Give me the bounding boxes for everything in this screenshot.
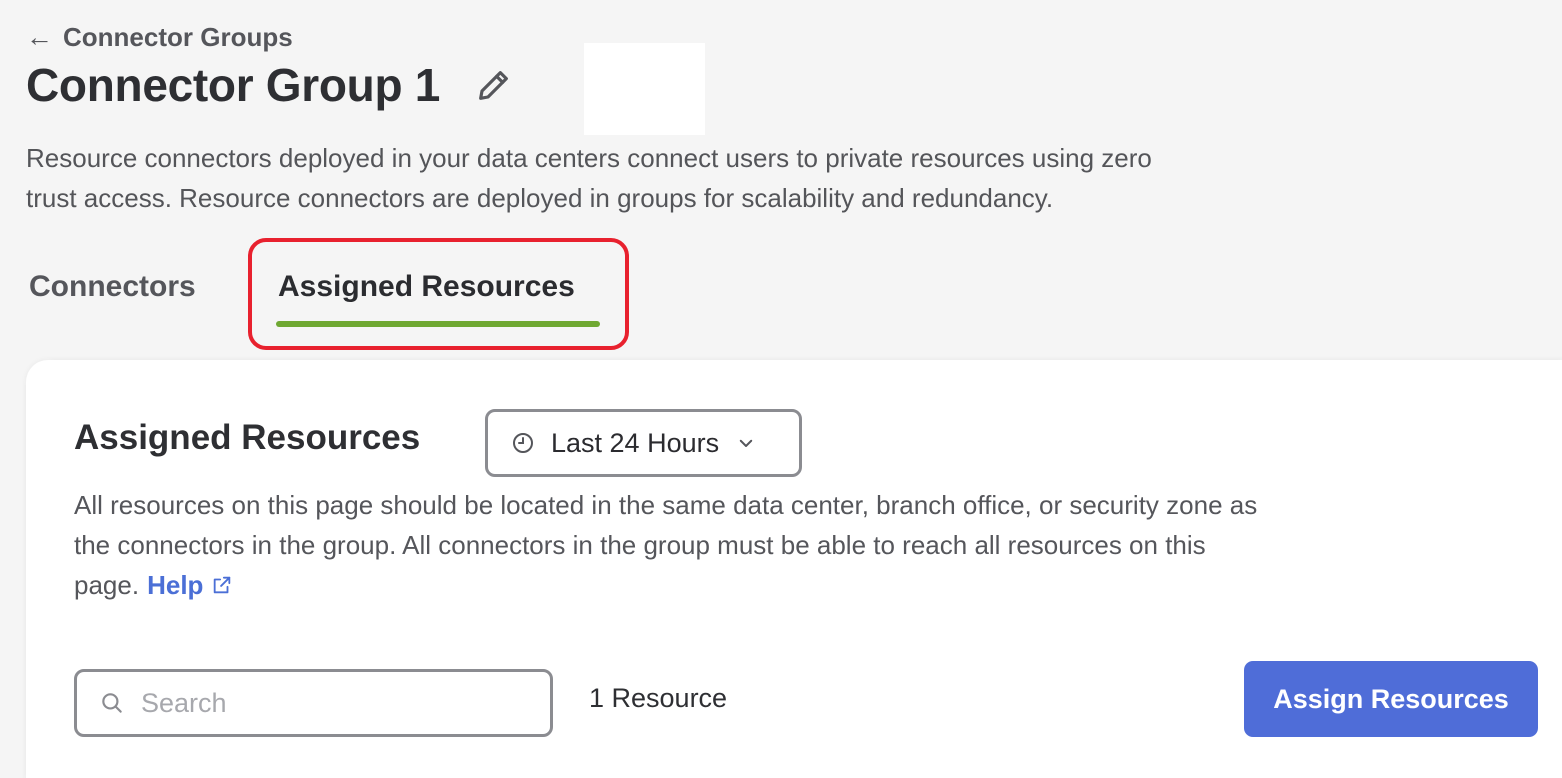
help-link-label: Help: [147, 570, 204, 600]
edit-title-button[interactable]: [472, 63, 516, 107]
page-description: Resource connectors deployed in your dat…: [26, 143, 1152, 213]
time-range-label: Last 24 Hours: [551, 427, 720, 458]
assigned-resources-card: Assigned Resources Last 24 Hours All res…: [26, 360, 1562, 778]
title-row: Connector Group 1: [26, 58, 516, 112]
page: ← Connector Groups Connector Group 1 Res…: [0, 0, 1562, 778]
help-link[interactable]: Help: [147, 565, 233, 605]
search-icon: [102, 693, 122, 713]
pencil-icon: [479, 71, 508, 100]
card-description-text: All resources on this page should be loc…: [74, 490, 1258, 600]
time-range-select[interactable]: Last 24 Hours: [485, 409, 802, 477]
blank-panel: [584, 43, 705, 135]
resource-count: 1 Resource: [589, 683, 728, 713]
tab-assigned-resources[interactable]: Assigned Resources: [278, 270, 575, 304]
chevron-down-icon: [737, 434, 755, 452]
arrow-left-icon: ←: [26, 22, 53, 52]
page-title: Connector Group 1: [26, 59, 441, 111]
assign-resources-button[interactable]: Assign Resources: [1244, 661, 1538, 737]
card-title: Assigned Resources: [74, 418, 421, 457]
clock-icon: [513, 433, 533, 453]
search-input[interactable]: [141, 687, 541, 719]
back-link-label: Connector Groups: [63, 22, 293, 52]
search-field[interactable]: [74, 669, 553, 737]
tab-connectors[interactable]: Connectors: [29, 270, 196, 304]
card-description: All resources on this page should be loc…: [74, 485, 1274, 605]
back-link[interactable]: ← Connector Groups: [26, 22, 293, 53]
tab-bar: Connectors Assigned Resources: [0, 262, 700, 342]
external-link-icon: [214, 576, 231, 594]
active-tab-indicator: [276, 321, 600, 327]
